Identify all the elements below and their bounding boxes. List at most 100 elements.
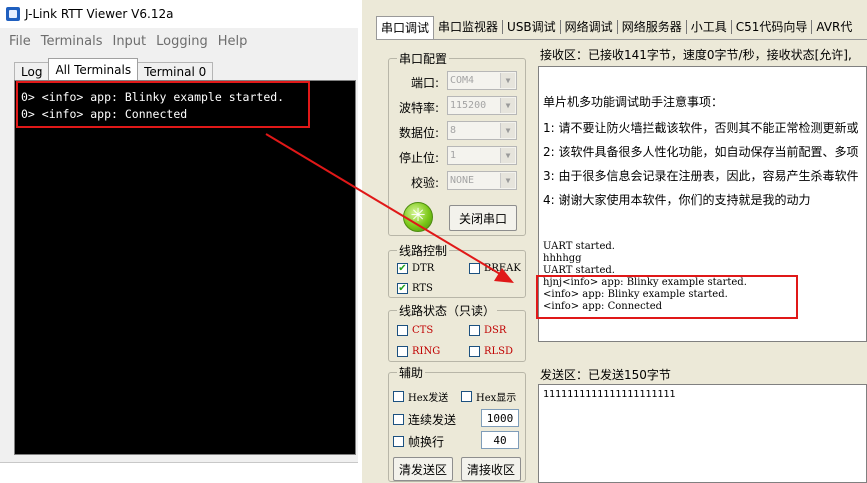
port-label: 端口: <box>410 76 439 90</box>
tab-network-server[interactable]: 网络服务器 <box>618 20 687 34</box>
empty-checkbox-icon <box>393 390 404 402</box>
empty-checkbox-icon <box>393 413 404 425</box>
clear-receive-button[interactable]: 清接收区 <box>461 457 521 481</box>
hex-display-checkbox[interactable]: Hex显示 <box>461 389 517 404</box>
continuous-interval-input[interactable]: 1000 <box>481 409 519 427</box>
power-icon: ✳ <box>410 205 426 226</box>
cts-label: CTS <box>412 324 434 336</box>
data-bits-label: 数据位: <box>398 126 439 140</box>
tab-serial-debug[interactable]: 串口调试 <box>376 15 435 39</box>
rts-label: RTS <box>412 282 433 294</box>
aux-title: 辅助 <box>397 364 426 381</box>
rtt-window-title: J-Link RTT Viewer V6.12a <box>25 7 174 21</box>
receive-status-header: 接收区：已接收141字节，速度0字节/秒，接收状态[允许], <box>540 48 852 62</box>
tab-all-terminals[interactable]: All Terminals <box>48 58 139 80</box>
break-checkbox[interactable]: BREAK <box>469 261 521 275</box>
continuous-send-checkbox[interactable]: 连续发送 <box>393 412 457 427</box>
frame-newline-checkbox[interactable]: 帧换行 <box>393 434 444 449</box>
chevron-down-icon: ▼ <box>500 98 515 113</box>
tab-avr-wizard[interactable]: AVR代 <box>812 20 856 34</box>
tab-network-debug[interactable]: 网络调试 <box>561 20 618 34</box>
empty-checkbox-icon <box>469 324 480 336</box>
terminal-line: 0> <info> app: Connected <box>21 107 188 121</box>
tab-serial-monitor[interactable]: 串口监视器 <box>434 20 504 34</box>
log-line: hjnj<info> app: Blinky example started. <box>543 277 747 288</box>
baud-value: 115200 <box>450 100 487 111</box>
notice-line: 4: 谢谢大家使用本软件，你们的支持就是我的动力 <box>543 193 811 207</box>
aux-group: 辅助 Hex发送 Hex显示 连续发送 1000 帧换行 40 清发送区 清接收… <box>388 364 526 482</box>
notice-title: 单片机多功能调试助手注意事项： <box>543 95 724 109</box>
terminal-line: 0> <info> app: Blinky example started. <box>21 90 285 104</box>
data-bits-row: 数据位: 8 ▼ <box>389 121 527 141</box>
stop-bits-row: 停止位: 1 ▼ <box>389 146 527 166</box>
rtt-input-field[interactable] <box>0 462 362 483</box>
dsr-label: DSR <box>484 324 507 336</box>
notice-line: 3: 由于很多信息会记录在注册表，因此，容易产生杀毒软件 <box>543 169 859 183</box>
receive-text-area[interactable]: 单片机多功能调试助手注意事项： 1: 请不要让防火墙拦截该软件，否则其不能正常检… <box>538 66 867 342</box>
stop-bits-label: 停止位: <box>398 151 439 165</box>
tab-usb-debug[interactable]: USB调试 <box>503 20 561 34</box>
tab-tools[interactable]: 小工具 <box>687 20 732 34</box>
port-value: COM4 <box>450 75 475 86</box>
ring-indicator: RING <box>397 344 440 358</box>
port-config-title: 串口配置 <box>397 50 450 67</box>
line-status-group: 线路状态（只读） CTS DSR RING RLSD <box>388 302 526 362</box>
log-line: UART started. <box>543 241 615 252</box>
menu-input[interactable]: Input <box>112 34 146 49</box>
rtt-terminal-output[interactable]: 0> <info> app: Blinky example started. 0… <box>14 80 356 455</box>
tab-c51-wizard[interactable]: C51代码向导 <box>732 20 813 34</box>
port-select[interactable]: COM4 ▼ <box>447 71 517 90</box>
baud-label: 波特率: <box>398 101 439 115</box>
clear-send-button[interactable]: 清发送区 <box>393 457 453 481</box>
dsr-indicator: DSR <box>469 323 506 337</box>
empty-checkbox-icon <box>397 324 408 336</box>
continuous-send-label: 连续发送 <box>408 412 457 427</box>
jlink-app-icon <box>6 7 20 21</box>
menu-file[interactable]: File <box>9 34 31 49</box>
baud-select[interactable]: 115200 ▼ <box>447 96 517 115</box>
break-label: BREAK <box>484 262 521 274</box>
rlsd-indicator: RLSD <box>469 344 513 358</box>
frame-length-input[interactable]: 40 <box>481 431 519 449</box>
parity-row: 校验: NONE ▼ <box>389 171 527 191</box>
empty-checkbox-icon <box>461 390 472 402</box>
log-line: <info> app: Connected <box>543 301 663 312</box>
line-control-group: 线路控制 ✔ DTR BREAK ✔ RTS <box>388 242 526 298</box>
screenshot-stage: J-Link RTT Viewer V6.12a File Terminals … <box>0 0 867 483</box>
empty-checkbox-icon <box>393 435 404 447</box>
menu-terminals[interactable]: Terminals <box>41 34 103 49</box>
terminal-lines: 0> <info> app: Blinky example started. 0… <box>21 89 284 123</box>
send-status-header: 发送区：已发送150字节 <box>540 368 671 382</box>
parity-select[interactable]: NONE ▼ <box>447 171 517 190</box>
rtt-viewer-window: J-Link RTT Viewer V6.12a File Terminals … <box>0 0 362 483</box>
menu-logging[interactable]: Logging <box>156 34 208 49</box>
notice-line: 1: 请不要让防火墙拦截该软件，否则其不能正常检测更新或 <box>543 121 859 135</box>
data-bits-select[interactable]: 8 ▼ <box>447 121 517 140</box>
hex-send-checkbox[interactable]: Hex发送 <box>393 389 448 404</box>
close-port-button[interactable]: 关闭串口 <box>449 205 517 231</box>
empty-checkbox-icon <box>469 345 480 357</box>
tab-terminal-0[interactable]: Terminal 0 <box>137 62 214 80</box>
dtr-label: DTR <box>412 262 435 274</box>
parity-label: 校验: <box>410 176 439 190</box>
send-text-area[interactable]: 1111111111111111111111 <box>538 384 867 483</box>
ring-label: RING <box>412 345 441 357</box>
chevron-down-icon: ▼ <box>500 73 515 88</box>
dtr-checkbox[interactable]: ✔ DTR <box>397 261 434 275</box>
rtt-menu-bar: File Terminals Input Logging Help <box>0 30 362 52</box>
rts-checkbox[interactable]: ✔ RTS <box>397 281 433 295</box>
notice-line: 2: 该软件具备很多人性化功能，如自动保存当前配置、多项 <box>543 145 859 159</box>
menu-help[interactable]: Help <box>218 34 248 49</box>
tab-log[interactable]: Log <box>14 62 50 80</box>
port-open-indicator-button[interactable]: ✳ <box>403 202 433 232</box>
serial-assistant-window: 串口调试 串口监视器 USB调试 网络调试 网络服务器 小工具 C51代码向导 … <box>362 0 867 483</box>
cts-indicator: CTS <box>397 323 433 337</box>
chevron-down-icon: ▼ <box>500 148 515 163</box>
rlsd-label: RLSD <box>484 345 514 357</box>
data-bits-value: 8 <box>450 125 457 136</box>
hex-display-label: Hex显示 <box>476 392 517 404</box>
empty-checkbox-icon <box>397 345 408 357</box>
line-control-title: 线路控制 <box>397 242 450 259</box>
stop-bits-select[interactable]: 1 ▼ <box>447 146 517 165</box>
baud-row: 波特率: 115200 ▼ <box>389 96 527 116</box>
